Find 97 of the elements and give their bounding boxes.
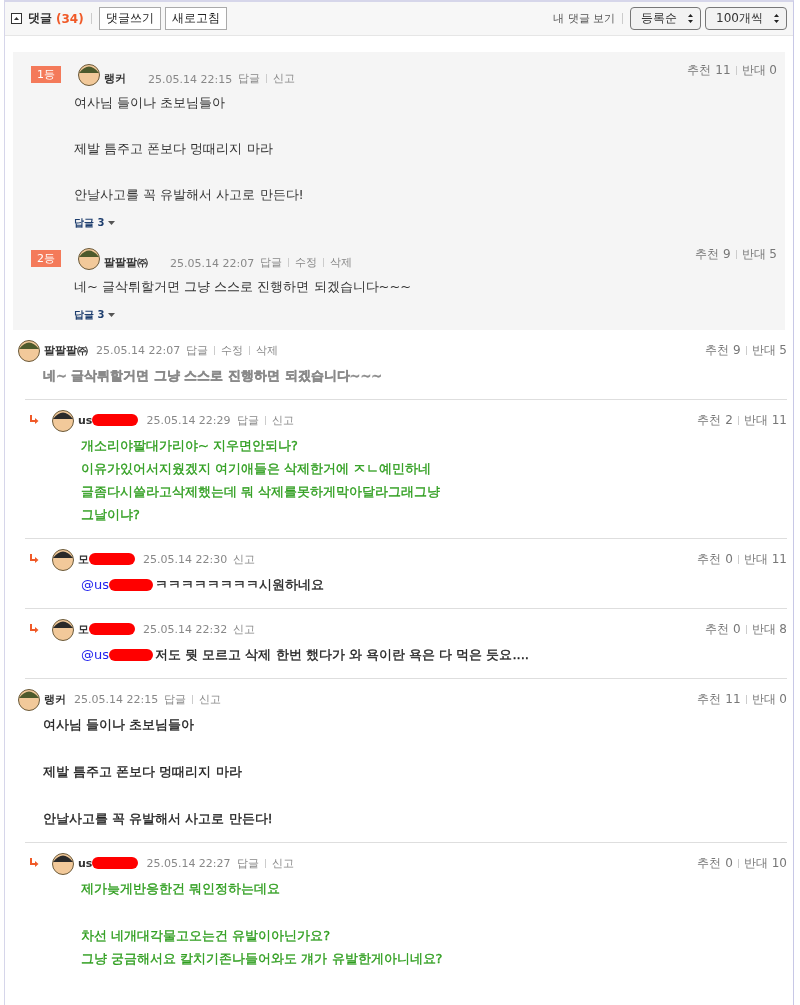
comment-text: 그냥 궁금해서요 칼치기존나들어와도 걔가 유발한게아니네요? <box>81 950 443 968</box>
replies-toggle[interactable]: 답글 3 <box>74 308 116 322</box>
comment-text: ㅋㅋㅋㅋㅋㅋㅋㅋ시원하네요 <box>155 576 324 594</box>
comment-action-link[interactable]: 수정 <box>295 255 318 270</box>
downvote-count[interactable]: 반대 0 <box>751 690 787 708</box>
comment-text: 제발 틈주고 폰보다 멍때리지 마라 <box>74 140 274 158</box>
downvote-count[interactable]: 반대 10 <box>743 854 787 872</box>
comment-text: 네~ 글삭튀할거면 그냥 스스로 진행하면 되겠습니다~~~ <box>74 278 413 296</box>
redaction-mark <box>109 578 153 591</box>
comment-count: (34) <box>56 11 84 26</box>
header-button[interactable]: 댓글쓰기 <box>98 7 161 30</box>
upvote-count[interactable]: 추천 9 <box>705 341 741 359</box>
upvote-count[interactable]: 추천 0 <box>705 620 741 638</box>
comment-action-link[interactable]: 신고 <box>273 71 296 86</box>
comment-action-link[interactable]: 신고 <box>271 412 294 428</box>
comment-time: 25.05.14 22:32 <box>143 622 228 636</box>
comment-time: 25.05.14 22:27 <box>146 856 231 870</box>
caret-icon <box>108 313 116 317</box>
comment-text: 그날이냐? <box>81 506 140 524</box>
downvote-count[interactable]: 반대 8 <box>751 620 787 638</box>
comment-action-link[interactable]: 신고 <box>233 621 256 637</box>
comment-action-link[interactable]: 답글 <box>236 855 259 871</box>
comment-action-link[interactable]: 신고 <box>271 855 294 871</box>
author-name: 모 <box>78 551 89 567</box>
downvote-count[interactable]: 반대 11 <box>743 411 787 429</box>
redaction-mark <box>109 648 153 661</box>
comment-text: 글좀다시쓸라고삭제했는데 뭐 삭제를못하게막아달라그래그냥 <box>81 483 441 501</box>
comment-action-link[interactable]: 삭제 <box>256 342 279 358</box>
comment-time: 25.05.14 22:29 <box>146 413 231 427</box>
upvote-count[interactable]: 추천 0 <box>697 854 733 872</box>
downvote-count[interactable]: 반대 5 <box>741 246 777 263</box>
downvote-count[interactable]: 반대 0 <box>741 62 777 79</box>
downvote-count[interactable]: 반대 11 <box>743 550 787 568</box>
updown-arrows-icon <box>687 13 695 24</box>
author-name: 랭커 <box>104 71 126 86</box>
author-name: 팔팔팔㈜ <box>104 255 148 270</box>
avatar-icon <box>17 338 41 362</box>
header-button[interactable]: 새로고침 <box>164 7 227 30</box>
avatar-icon <box>51 851 75 875</box>
comment-text: 차선 네개대각물고오는건 유발이아닌가요? <box>81 927 331 945</box>
comment-action-link[interactable]: 답글 <box>260 255 283 270</box>
reply-arrow-icon <box>29 624 39 634</box>
downvote-count[interactable]: 반대 5 <box>751 341 787 359</box>
updown-arrows-icon <box>773 13 780 24</box>
avatar-icon <box>17 687 41 711</box>
author-name: us <box>78 413 93 427</box>
comment-action-link[interactable]: 답글 <box>164 691 187 707</box>
upvote-count[interactable]: 추천 0 <box>697 550 733 568</box>
comment-text: 안날사고를 꼭 유발해서 사고로 만든다! <box>74 186 305 204</box>
comment-time: 25.05.14 22:15 <box>148 73 233 86</box>
avatar-icon <box>77 246 101 270</box>
author-name: 랭커 <box>44 691 66 707</box>
comment-time: 25.05.14 22:15 <box>74 692 159 706</box>
comment-action-link[interactable]: 삭제 <box>330 255 353 270</box>
reply-arrow-icon <box>29 415 39 425</box>
avatar-icon <box>51 547 75 571</box>
avatar-icon <box>51 617 75 641</box>
replies-toggle[interactable]: 답글 3 <box>74 216 116 230</box>
rank-badge: 2등 <box>31 249 61 267</box>
comment-time: 25.05.14 22:07 <box>96 343 181 357</box>
comment-text: 저도 뭣 모르고 삭제 한번 했다가 와 욕이란 욕은 다 먹은 듯요.... <box>155 646 529 664</box>
reply-arrow-icon <box>29 858 39 868</box>
comment-time: 25.05.14 22:30 <box>143 552 228 566</box>
upvote-count[interactable]: 추천 11 <box>697 690 741 708</box>
comment-time: 25.05.14 22:07 <box>170 257 255 270</box>
comment-action-link[interactable]: 답글 <box>238 71 261 86</box>
comment-action-link[interactable]: 답글 <box>186 342 209 358</box>
author-name: us <box>78 856 93 870</box>
comments-title: 댓글 <box>28 10 52 27</box>
avatar-icon <box>51 408 75 432</box>
comment-text: 제발 틈주고 폰보다 멍때리지 마라 <box>43 763 242 781</box>
comment-text: 여사님 들이나 초보님들아 <box>74 94 227 112</box>
my-comments-link[interactable]: 내 댓글 보기 <box>553 11 616 26</box>
upvote-count[interactable]: 추천 2 <box>697 411 733 429</box>
upvote-count[interactable]: 추천 11 <box>687 62 731 79</box>
comment-text: 네~ 글삭튀할거면 그냥 스스로 진행하면 되겠습니다~~~ <box>43 367 383 385</box>
author-name: 모 <box>78 621 89 637</box>
avatar-icon <box>77 62 101 86</box>
mention-link[interactable]: @us <box>81 647 109 662</box>
caret-icon <box>108 221 116 225</box>
comment-text: 여사님 들이나 초보님들아 <box>43 716 195 734</box>
comment-action-link[interactable]: 신고 <box>233 551 256 567</box>
comment-text: 이유가있어서지웠겠지 여기애들은 삭제한거에 ㅈㄴ예민하네 <box>81 460 432 478</box>
mention-link[interactable]: @us <box>81 577 109 592</box>
comment-action-link[interactable]: 신고 <box>199 691 222 707</box>
comment-action-link[interactable]: 답글 <box>236 412 259 428</box>
rank-badge: 1등 <box>31 65 61 83</box>
sort-select[interactable]: 등록순 <box>630 7 702 30</box>
comment-text: 제가늦게반응한건 뭐인정하는데요 <box>81 880 281 898</box>
sort-select[interactable]: 100개씩 <box>705 7 787 30</box>
comment-action-link[interactable]: 수정 <box>221 342 244 358</box>
reply-arrow-icon <box>29 554 39 564</box>
upvote-count[interactable]: 추천 9 <box>695 246 731 263</box>
comment-text: 안날사고를 꼭 유발해서 사고로 만든다! <box>43 810 273 828</box>
comment-text: 개소리야팔대가리야~ 지우면안되나? <box>81 437 298 455</box>
author-name: 팔팔팔㈜ <box>44 342 88 358</box>
collapse-icon[interactable] <box>11 13 22 24</box>
